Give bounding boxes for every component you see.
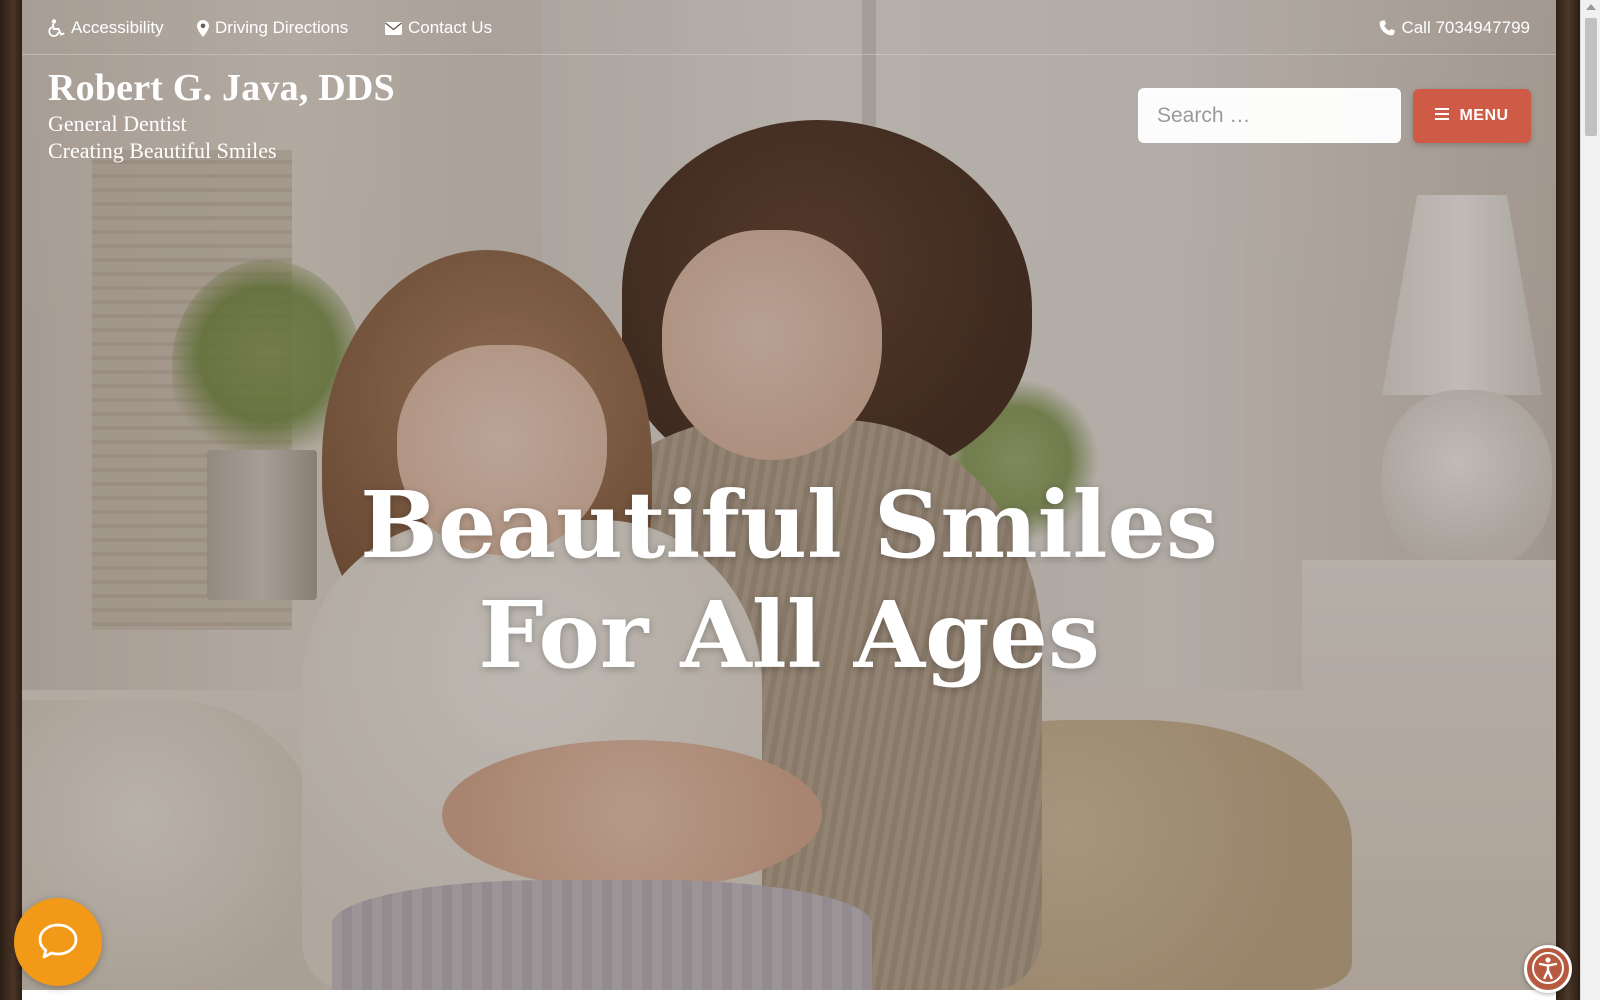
driving-directions-link[interactable]: Driving Directions (197, 17, 348, 39)
search-input[interactable] (1139, 89, 1400, 142)
practice-tagline: Creating Beautiful Smiles (48, 138, 277, 163)
menu-button-label: MENU (1459, 107, 1509, 124)
contact-us-label: Contact Us (408, 18, 493, 37)
hamburger-icon (1435, 107, 1450, 125)
practice-specialty: General Dentist (48, 111, 187, 136)
scrollbar-thumb[interactable] (1585, 18, 1597, 136)
site-search (1138, 88, 1401, 143)
menu-button[interactable]: MENU (1413, 89, 1531, 143)
hero-headline-line-2: For All Ages (478, 581, 1100, 689)
utility-bar: Accessibility Driving Directions Contact… (22, 0, 1556, 55)
accessibility-link-label: Accessibility (71, 18, 164, 37)
contact-us-link[interactable]: Contact Us (385, 17, 492, 39)
chat-bubble-icon (37, 922, 79, 963)
call-phone-label: Call 7034947799 (1401, 18, 1530, 37)
phone-icon (1379, 20, 1396, 36)
practice-name[interactable]: Robert G. Java, DDS (48, 66, 395, 110)
call-phone-link[interactable]: Call 7034947799 (1379, 17, 1530, 39)
hero-headline-line-1: Beautiful Smiles (360, 471, 1218, 579)
practice-branding: Robert G. Java, DDS General Dentist Crea… (48, 66, 395, 164)
scroll-up-arrow-icon[interactable] (1586, 4, 1596, 10)
hero-headline: Beautiful Smiles For All Ages (22, 470, 1556, 690)
accessibility-widget-button[interactable] (1524, 945, 1572, 993)
accessibility-link[interactable]: Accessibility (48, 17, 164, 39)
accessibility-person-icon (1531, 951, 1565, 988)
left-wood-edge (0, 0, 22, 1000)
driving-directions-label: Driving Directions (215, 18, 349, 37)
page-scrollbar[interactable] (1580, 0, 1600, 1000)
chat-widget-button[interactable] (14, 898, 102, 986)
map-marker-icon (197, 19, 209, 37)
content-section-edge (22, 990, 1556, 1000)
right-wood-edge (1556, 0, 1580, 1000)
envelope-icon (385, 21, 402, 35)
wheelchair-icon (48, 19, 65, 37)
